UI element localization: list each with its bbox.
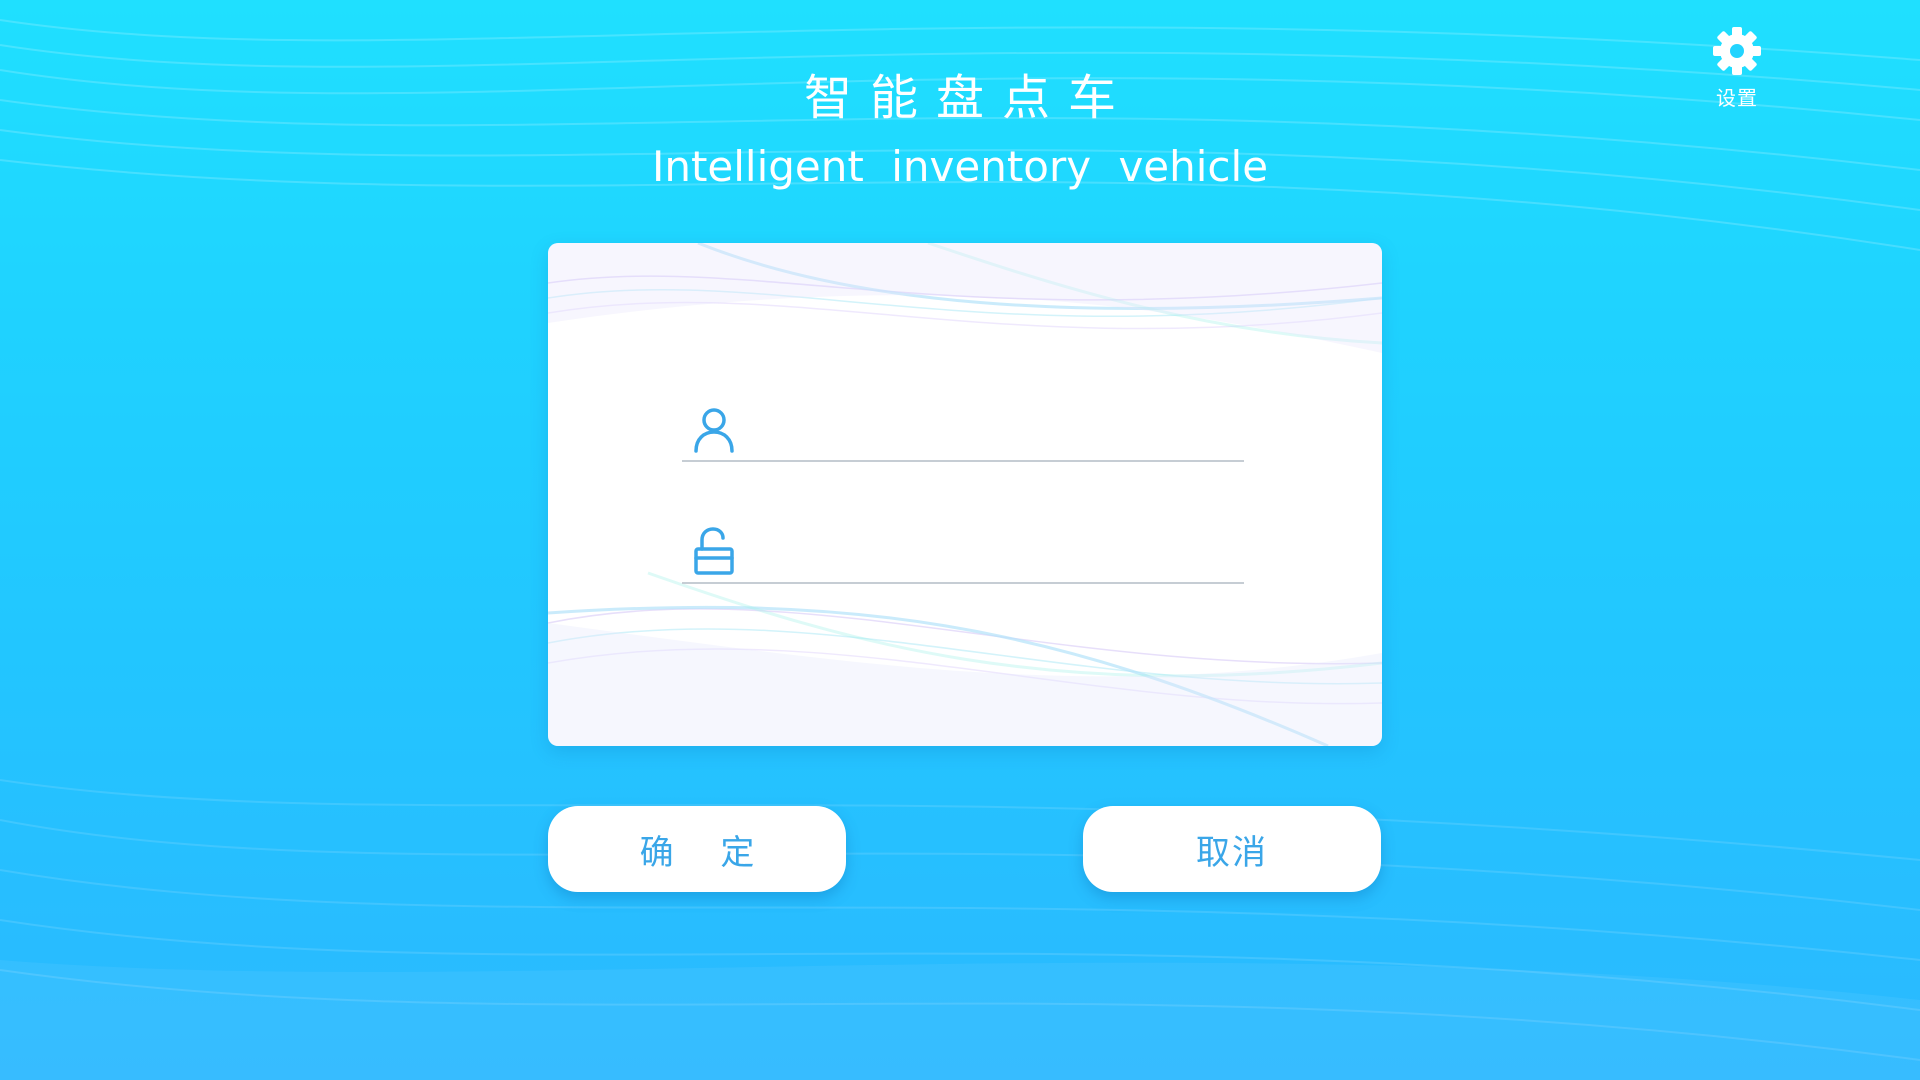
password-input[interactable]: [754, 527, 1244, 575]
user-icon: [694, 408, 734, 453]
username-input[interactable]: [754, 405, 1244, 453]
password-field: [682, 520, 1244, 584]
login-card: [548, 243, 1382, 746]
unlock-icon: [694, 527, 734, 575]
cancel-button[interactable]: 取消: [1083, 806, 1381, 892]
confirm-button[interactable]: 确 定: [548, 806, 846, 892]
username-field: [682, 398, 1244, 462]
page-subtitle: Intelligent inventory vehicle: [651, 142, 1269, 191]
page-title: 智能盘点车: [803, 70, 1134, 126]
card-decoration: [548, 243, 1382, 746]
